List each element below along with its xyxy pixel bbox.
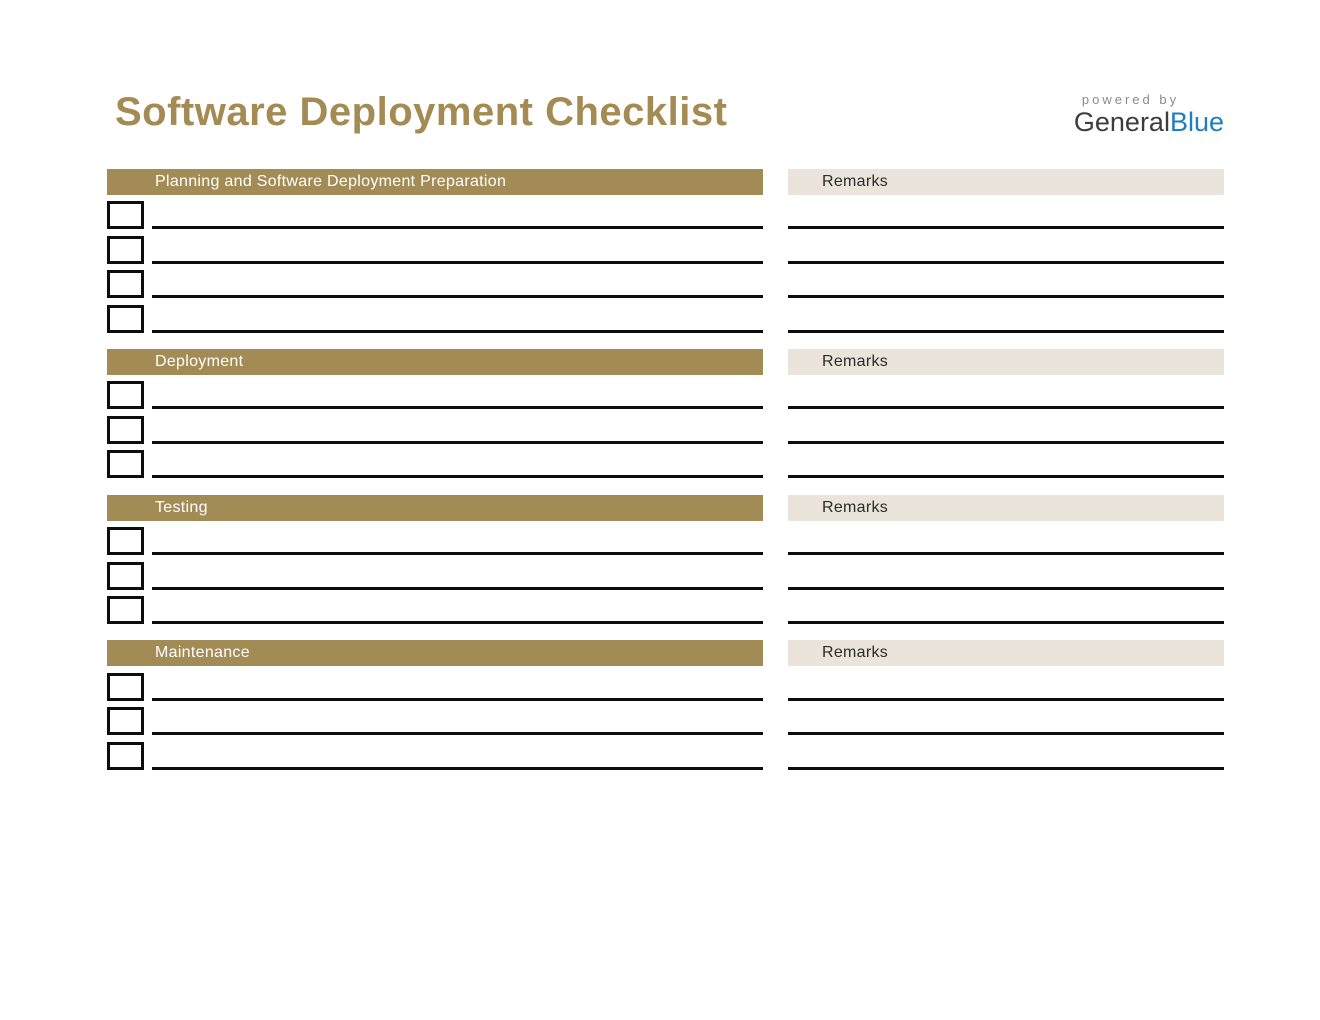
checklist-row bbox=[107, 229, 1224, 263]
brand-name: GeneralBlue bbox=[1074, 107, 1224, 137]
checkbox[interactable] bbox=[107, 742, 144, 770]
remarks-cell bbox=[788, 409, 1224, 443]
checkbox[interactable] bbox=[107, 305, 144, 333]
remarks-header: Remarks bbox=[788, 640, 1224, 666]
task-cell bbox=[107, 409, 763, 443]
remarks-cell bbox=[788, 521, 1224, 555]
checklist-row bbox=[107, 375, 1224, 409]
checkbox[interactable] bbox=[107, 381, 144, 409]
checkbox[interactable] bbox=[107, 707, 144, 735]
task-cell bbox=[107, 735, 763, 769]
page: Software Deployment Checklist powered by… bbox=[0, 0, 1320, 1020]
section-testing: Testing Remarks bbox=[107, 495, 1224, 624]
column-gap bbox=[763, 349, 788, 375]
checkbox[interactable] bbox=[107, 562, 144, 590]
section-header: Maintenance bbox=[107, 640, 763, 666]
section-deployment: Deployment Remarks bbox=[107, 349, 1224, 478]
remarks-write-line[interactable] bbox=[788, 330, 1224, 333]
brand-name-blue: Blue bbox=[1170, 107, 1224, 137]
section-header: Deployment bbox=[107, 349, 763, 375]
task-cell bbox=[107, 521, 763, 555]
remarks-cell bbox=[788, 444, 1224, 478]
remarks-header: Remarks bbox=[788, 169, 1224, 195]
task-write-line[interactable] bbox=[152, 330, 763, 333]
task-cell bbox=[107, 555, 763, 589]
checkbox[interactable] bbox=[107, 270, 144, 298]
section-header-row: Maintenance Remarks bbox=[107, 640, 1224, 666]
remarks-write-line[interactable] bbox=[788, 621, 1224, 624]
page-header: Software Deployment Checklist powered by… bbox=[115, 90, 1224, 137]
checkbox[interactable] bbox=[107, 527, 144, 555]
remarks-cell bbox=[788, 701, 1224, 735]
column-gap bbox=[763, 495, 788, 521]
checklist-row bbox=[107, 521, 1224, 555]
remarks-cell bbox=[788, 590, 1224, 624]
remarks-cell bbox=[788, 735, 1224, 769]
section-header-row: Deployment Remarks bbox=[107, 349, 1224, 375]
column-gap bbox=[763, 640, 788, 666]
task-write-line[interactable] bbox=[152, 767, 763, 770]
checklist-row bbox=[107, 409, 1224, 443]
remarks-cell bbox=[788, 264, 1224, 298]
checklist-row bbox=[107, 195, 1224, 229]
task-cell bbox=[107, 195, 763, 229]
task-cell bbox=[107, 375, 763, 409]
checkbox[interactable] bbox=[107, 673, 144, 701]
task-write-line[interactable] bbox=[152, 475, 763, 478]
remarks-cell bbox=[788, 229, 1224, 263]
section-planning-and-software-deployment-preparation: Planning and Software Deployment Prepara… bbox=[107, 169, 1224, 333]
remarks-header: Remarks bbox=[788, 349, 1224, 375]
task-cell bbox=[107, 264, 763, 298]
remarks-header: Remarks bbox=[788, 495, 1224, 521]
remarks-cell bbox=[788, 555, 1224, 589]
section-header-row: Planning and Software Deployment Prepara… bbox=[107, 169, 1224, 195]
task-cell bbox=[107, 444, 763, 478]
task-cell bbox=[107, 701, 763, 735]
remarks-write-line[interactable] bbox=[788, 767, 1224, 770]
powered-by-text: powered by bbox=[1074, 92, 1224, 107]
checkbox[interactable] bbox=[107, 450, 144, 478]
section-header: Planning and Software Deployment Prepara… bbox=[107, 169, 763, 195]
remarks-write-line[interactable] bbox=[788, 475, 1224, 478]
remarks-cell bbox=[788, 298, 1224, 332]
task-cell bbox=[107, 229, 763, 263]
section-header: Testing bbox=[107, 495, 763, 521]
checkbox[interactable] bbox=[107, 596, 144, 624]
task-write-line[interactable] bbox=[152, 621, 763, 624]
checklist-row bbox=[107, 590, 1224, 624]
section-header-row: Testing Remarks bbox=[107, 495, 1224, 521]
checklist-table: Planning and Software Deployment Prepara… bbox=[107, 169, 1224, 770]
checklist-row bbox=[107, 264, 1224, 298]
checkbox[interactable] bbox=[107, 201, 144, 229]
remarks-cell bbox=[788, 195, 1224, 229]
page-title: Software Deployment Checklist bbox=[115, 90, 727, 134]
checklist-row bbox=[107, 555, 1224, 589]
remarks-cell bbox=[788, 666, 1224, 700]
task-cell bbox=[107, 298, 763, 332]
checklist-row bbox=[107, 444, 1224, 478]
checklist-row bbox=[107, 735, 1224, 769]
checklist-row bbox=[107, 666, 1224, 700]
task-cell bbox=[107, 590, 763, 624]
section-maintenance: Maintenance Remarks bbox=[107, 640, 1224, 769]
task-cell bbox=[107, 666, 763, 700]
checklist-row bbox=[107, 298, 1224, 332]
remarks-cell bbox=[788, 375, 1224, 409]
checkbox[interactable] bbox=[107, 416, 144, 444]
column-gap bbox=[763, 169, 788, 195]
brand-name-general: General bbox=[1074, 107, 1170, 137]
brand-logo: powered by GeneralBlue bbox=[1074, 90, 1224, 137]
checkbox[interactable] bbox=[107, 236, 144, 264]
checklist-row bbox=[107, 701, 1224, 735]
